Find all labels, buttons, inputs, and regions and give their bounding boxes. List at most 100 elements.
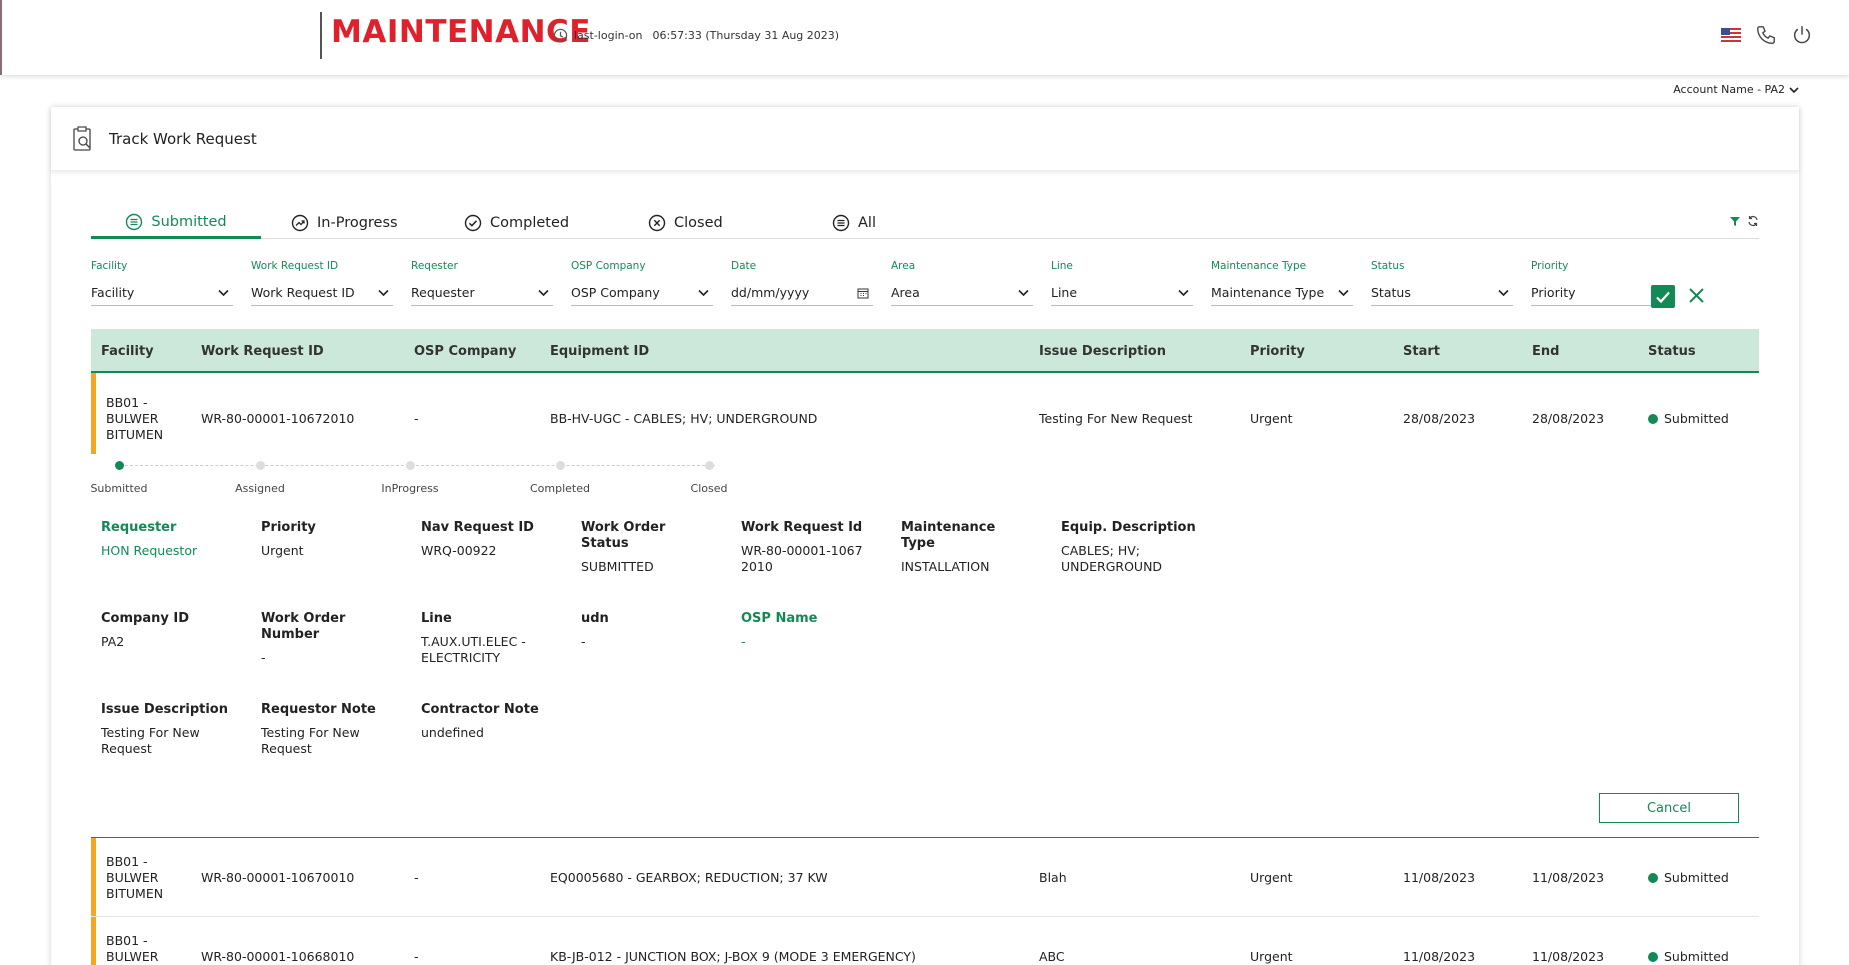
detail-value: T.AUX.UTI.ELEC - ELECTRICITY (421, 634, 526, 665)
cell-status: Submitted (1648, 411, 1729, 427)
status-text: Submitted (1664, 949, 1729, 964)
detail-requestor-note: Requestor Note Testing For New Request (261, 702, 376, 757)
clock-icon (553, 28, 568, 43)
step-dot (704, 461, 714, 470)
detail-value: CABLES; HV; UNDERGROUND (1061, 543, 1163, 574)
facility-line: BULWER (106, 870, 159, 885)
detail-value: Testing For New Request (101, 725, 200, 756)
detail-value: HON Requestor (101, 543, 198, 558)
step-inprogress: InProgress (365, 457, 455, 495)
account-name: Account Name - PA2 (1673, 83, 1785, 96)
step-submitted: Submitted (74, 457, 164, 495)
header-divider (320, 12, 322, 59)
col-issue-description: Issue Description (1039, 343, 1166, 359)
col-facility: Facility (101, 343, 154, 359)
cell-issue-description: ABC (1039, 949, 1065, 964)
cell-equipment-id: BB-HV-UGC - CABLES; HV; UNDERGROUND (550, 411, 818, 426)
cell-priority: Urgent (1250, 949, 1293, 964)
col-work-request-id: Work Request ID (201, 343, 324, 359)
col-status: Status (1648, 343, 1696, 359)
detail-value: WRQ-00922 (421, 543, 497, 558)
detail-value: PA2 (101, 634, 125, 649)
cell-work-request-id: WR-80-00001-10670010 (201, 870, 355, 885)
facility-line: BB01 - (106, 395, 148, 410)
detail-contractor-note: Contractor Note undefined (421, 702, 551, 741)
detail-label: Work Order Number (261, 611, 346, 642)
detail-label: Issue Description (101, 702, 228, 717)
step-dot (255, 461, 265, 470)
detail-label: Requester (101, 520, 177, 535)
cell-equipment-id: KB-JB-012 - JUNCTION BOX; J-BOX 9 (MODE … (550, 949, 916, 964)
cell-facility: BB01 - BULWER BITUMEN (106, 854, 163, 902)
cell-end: 11/08/2023 (1532, 949, 1605, 964)
facility-line: BULWER (106, 411, 159, 426)
chevron-down-icon (1789, 86, 1799, 93)
cell-facility: BB01 - BULWER (106, 933, 158, 965)
cell-work-request-id: WR-80-00001-10672010 (201, 411, 355, 426)
step-label: Closed (690, 482, 728, 495)
status-dot-icon (1648, 873, 1658, 883)
phone-icon[interactable] (1755, 24, 1777, 46)
step-dot (405, 461, 415, 470)
detail-maintenance-type: Maintenance Type INSTALLATION (901, 520, 1031, 575)
detail-line: Line T.AUX.UTI.ELEC - ELECTRICITY (421, 611, 541, 666)
last-login-label: last-login-on (574, 29, 643, 42)
detail-label: Work Request Id (741, 520, 863, 535)
detail-requester: Requester HON Requestor (101, 520, 231, 559)
detail-work-order-status: Work Order Status SUBMITTED (581, 520, 711, 575)
table-row[interactable]: BB01 - BULWER WR-80-00001-10668010 - KB-… (91, 917, 1759, 965)
col-start: Start (1403, 343, 1440, 359)
detail-value: INSTALLATION (901, 559, 990, 574)
detail-company-id: Company ID PA2 (101, 611, 231, 650)
cell-priority: Urgent (1250, 870, 1293, 885)
col-osp-company: OSP Company (414, 343, 517, 359)
detail-label: Maintenance Type (901, 520, 996, 551)
step-completed: Completed (515, 457, 605, 495)
cell-status: Submitted (1648, 870, 1729, 886)
step-label: InProgress (381, 482, 439, 495)
cell-equipment-id: EQ0005680 - GEARBOX; REDUCTION; 37 KW (550, 870, 828, 885)
step-label: Submitted (90, 482, 148, 495)
detail-osp-name: OSP Name - (741, 611, 871, 650)
detail-label: Company ID (101, 611, 189, 626)
cell-priority: Urgent (1250, 411, 1293, 426)
cell-osp-company: - (414, 949, 419, 964)
cell-status: Submitted (1648, 949, 1729, 965)
cell-work-request-id: WR-80-00001-10668010 (201, 949, 355, 964)
step-closed: Closed (664, 457, 754, 495)
status-dot-icon (1648, 952, 1658, 962)
col-equipment-id: Equipment ID (550, 343, 650, 359)
detail-label: Contractor Note (421, 702, 539, 717)
detail-value: undefined (421, 725, 484, 740)
detail-value: Urgent (261, 543, 304, 558)
cell-end: 28/08/2023 (1532, 411, 1605, 426)
cell-osp-company: - (414, 411, 419, 426)
table-row[interactable]: BB01 - BULWER BITUMEN WR-80-00001-106720… (91, 373, 1759, 454)
table-row[interactable]: BB01 - BULWER BITUMEN WR-80-00001-106700… (91, 838, 1759, 916)
detail-label: Equip. Description (1061, 520, 1196, 535)
us-flag-icon[interactable] (1721, 28, 1741, 42)
account-menu[interactable]: Account Name - PA2 (1673, 83, 1799, 96)
col-end: End (1532, 343, 1560, 359)
top-header: MAINTENANCE last-login-on 06:57:33 (Thur… (0, 0, 1849, 75)
cell-osp-company: - (414, 870, 419, 885)
detail-udn: udn - (581, 611, 711, 650)
detail-nav-request-id: Nav Request ID WRQ-00922 (421, 520, 551, 559)
cell-start: 11/08/2023 (1403, 949, 1476, 964)
power-icon[interactable] (1791, 24, 1813, 46)
last-login-time: 06:57:33 (Thursday 31 Aug 2023) (652, 29, 840, 42)
detail-value: SUBMITTED (581, 559, 654, 574)
detail-work-request-id: Work Request Id WR-80-00001-1067 2010 (741, 520, 866, 575)
app-brand: MAINTENANCE (331, 14, 591, 50)
detail-label: Requestor Note (261, 702, 376, 717)
table-region: Facility Work Request ID OSP Company Equ… (51, 107, 1799, 965)
step-label: Assigned (235, 482, 285, 495)
detail-label: udn (581, 611, 609, 626)
facility-line: BITUMEN (106, 427, 164, 442)
step-dot (114, 461, 124, 470)
cell-start: 28/08/2023 (1403, 411, 1476, 426)
step-label: Completed (530, 482, 590, 495)
detail-work-order-number: Work Order Number - (261, 611, 361, 666)
last-login: last-login-on 06:57:33 (Thursday 31 Aug … (553, 28, 839, 43)
cancel-button[interactable]: Cancel (1599, 793, 1739, 823)
